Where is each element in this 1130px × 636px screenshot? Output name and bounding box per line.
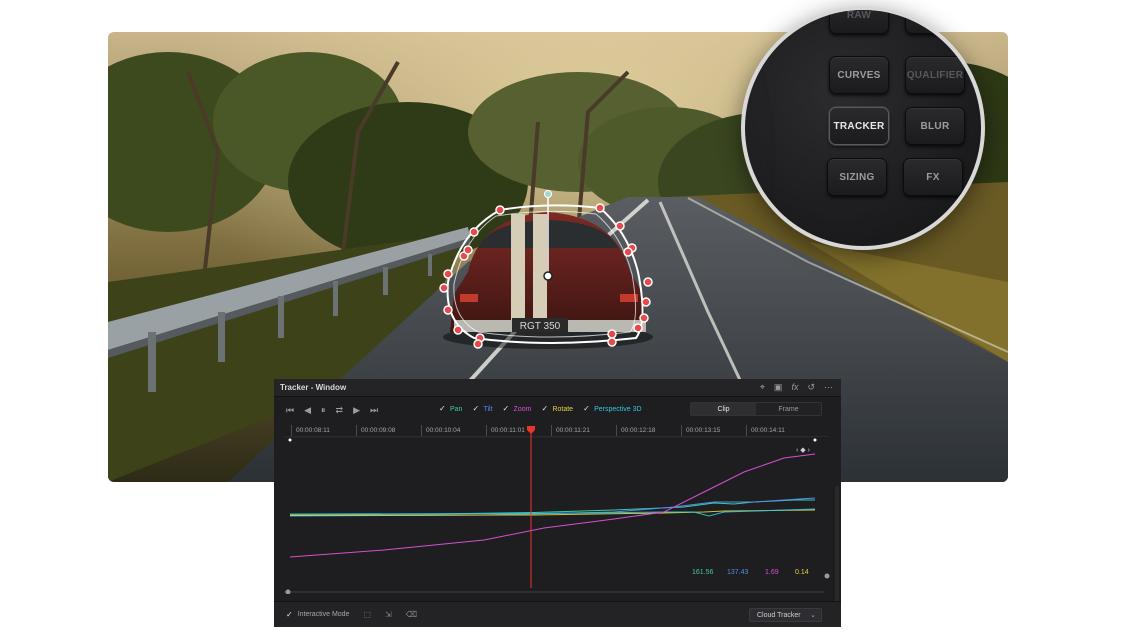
tilt-readout: 137.43 <box>727 569 749 576</box>
checkbox-icon[interactable]: ✓ <box>541 405 549 413</box>
control-point[interactable] <box>633 323 643 333</box>
control-point[interactable] <box>607 337 617 347</box>
control-point[interactable] <box>643 277 653 287</box>
more-icon[interactable]: ⋯ <box>824 382 833 393</box>
key-raw[interactable]: RAW <box>829 10 889 34</box>
skip-end-icon[interactable]: ⏭ <box>370 405 378 416</box>
param-rotate[interactable]: ✓ Rotate <box>541 405 573 413</box>
control-point[interactable] <box>443 269 453 279</box>
param-zoom[interactable]: ✓ Zoom <box>503 405 532 413</box>
chevron-down-icon: ⌄ <box>810 612 816 619</box>
key-curves[interactable]: CURVES <box>829 56 889 94</box>
control-point[interactable] <box>473 339 483 349</box>
control-point[interactable] <box>443 305 453 315</box>
control-point[interactable] <box>495 205 505 215</box>
horizontal-scroll-handle[interactable] <box>285 589 291 595</box>
control-point[interactable] <box>607 329 617 339</box>
vertical-scroll-handle[interactable] <box>824 573 830 579</box>
key-unlabeled[interactable] <box>905 10 965 34</box>
param-tilt[interactable]: ✓ Tilt <box>472 405 492 413</box>
license-plate-text: RGT 350 <box>520 321 561 332</box>
control-point[interactable] <box>453 325 463 335</box>
camera-icon[interactable]: ▣ <box>774 382 783 393</box>
checkbox-icon[interactable]: ✓ <box>583 405 591 413</box>
crosshair-icon[interactable]: ⌖ <box>760 382 765 393</box>
key-qualifier[interactable]: QUALIFIER <box>905 56 965 94</box>
checkbox-icon[interactable]: ✓ <box>503 405 511 413</box>
param-label: Perspective 3D <box>594 405 642 413</box>
control-point[interactable] <box>439 283 449 293</box>
clip-frame-toggle[interactable]: Clip Frame <box>690 402 822 416</box>
set-point-icon[interactable]: ⇲ <box>385 610 392 619</box>
zoom-readout: 1.69 <box>765 569 779 576</box>
key-sizing[interactable]: SIZING <box>827 158 887 196</box>
insert-feature-icon[interactable]: ⬚ <box>363 610 371 619</box>
tracker-footer: ✓ Interactive Mode ⬚ ⇲ ⌫ Cloud Tracker ⌄ <box>274 601 841 627</box>
reset-icon[interactable]: ↺ <box>807 382 815 393</box>
param-perspective-3d[interactable]: ✓ Perspective 3D <box>583 405 641 413</box>
tab-clip[interactable]: Clip <box>691 403 756 415</box>
tracker-window-panel: Tracker - Window ⌖ ▣ fx ↺ ⋯ ⏮ ◀ ⏸ ⇄ ▶ ⏭ … <box>274 379 841 627</box>
playhead-marker[interactable] <box>527 426 535 434</box>
dropdown-value: Cloud Tracker <box>757 611 801 619</box>
interactive-mode-label: Interactive Mode <box>297 611 350 618</box>
param-label: Rotate <box>552 405 574 413</box>
tracker-mode-dropdown[interactable]: Cloud Tracker ⌄ <box>749 608 822 622</box>
key-fx[interactable]: FX <box>903 158 963 196</box>
tracker-title-bar: Tracker - Window ⌖ ▣ fx ↺ ⋯ <box>274 379 841 397</box>
loop-icon[interactable]: ⇄ <box>336 405 344 416</box>
control-point[interactable] <box>615 221 625 231</box>
keyframe-nav-icon[interactable]: ‹ ◆ › <box>796 447 811 454</box>
control-point[interactable] <box>623 247 633 257</box>
interactive-mode-checkbox[interactable]: ✓ <box>286 610 293 619</box>
control-point[interactable] <box>641 297 651 307</box>
center-handle[interactable] <box>543 271 553 281</box>
rotation-handle[interactable] <box>544 190 552 198</box>
pause-icon[interactable]: ⏸ <box>321 405 326 416</box>
param-label: Tilt <box>483 405 493 413</box>
checkbox-icon[interactable]: ✓ <box>472 405 480 413</box>
tracker-title: Tracker - Window <box>280 383 347 392</box>
control-point[interactable] <box>469 227 479 237</box>
control-panel-magnifier: RAW CURVES QUALIFIER TRACKER BLUR SIZING… <box>741 6 985 250</box>
tracking-graph[interactable]: 00:00:08:11 00:00:09:08 00:00:10:04 00:00:1… <box>284 424 839 624</box>
skip-start-icon[interactable]: ⏮ <box>286 405 294 416</box>
tab-frame[interactable]: Frame <box>756 403 821 415</box>
pan-readout: 161.56 <box>692 569 714 576</box>
step-back-icon[interactable]: ◀ <box>304 405 311 416</box>
param-pan[interactable]: ✓ Pan <box>439 405 462 413</box>
param-label: Pan <box>450 405 463 413</box>
fx-icon[interactable]: fx <box>791 382 798 393</box>
rotate-readout: 0.14 <box>795 569 809 576</box>
param-label: Zoom <box>513 405 532 413</box>
control-point[interactable] <box>595 203 605 213</box>
control-point[interactable] <box>463 245 473 255</box>
control-point[interactable] <box>639 313 649 323</box>
page: RGT 350 RAW CURVES QUALIFIER TRACKER BLU… <box>0 0 1130 636</box>
play-icon[interactable]: ▶ <box>353 405 360 416</box>
tracker-toolbar: ⏮ ◀ ⏸ ⇄ ▶ ⏭ ✓ Pan ✓ Tilt ✓ Zoom ✓ Rotate ✓ Perspe… <box>274 397 841 423</box>
key-blur[interactable]: BLUR <box>905 107 965 145</box>
checkbox-icon[interactable]: ✓ <box>439 405 447 413</box>
delete-point-icon[interactable]: ⌫ <box>406 610 417 619</box>
key-tracker[interactable]: TRACKER <box>829 107 889 145</box>
